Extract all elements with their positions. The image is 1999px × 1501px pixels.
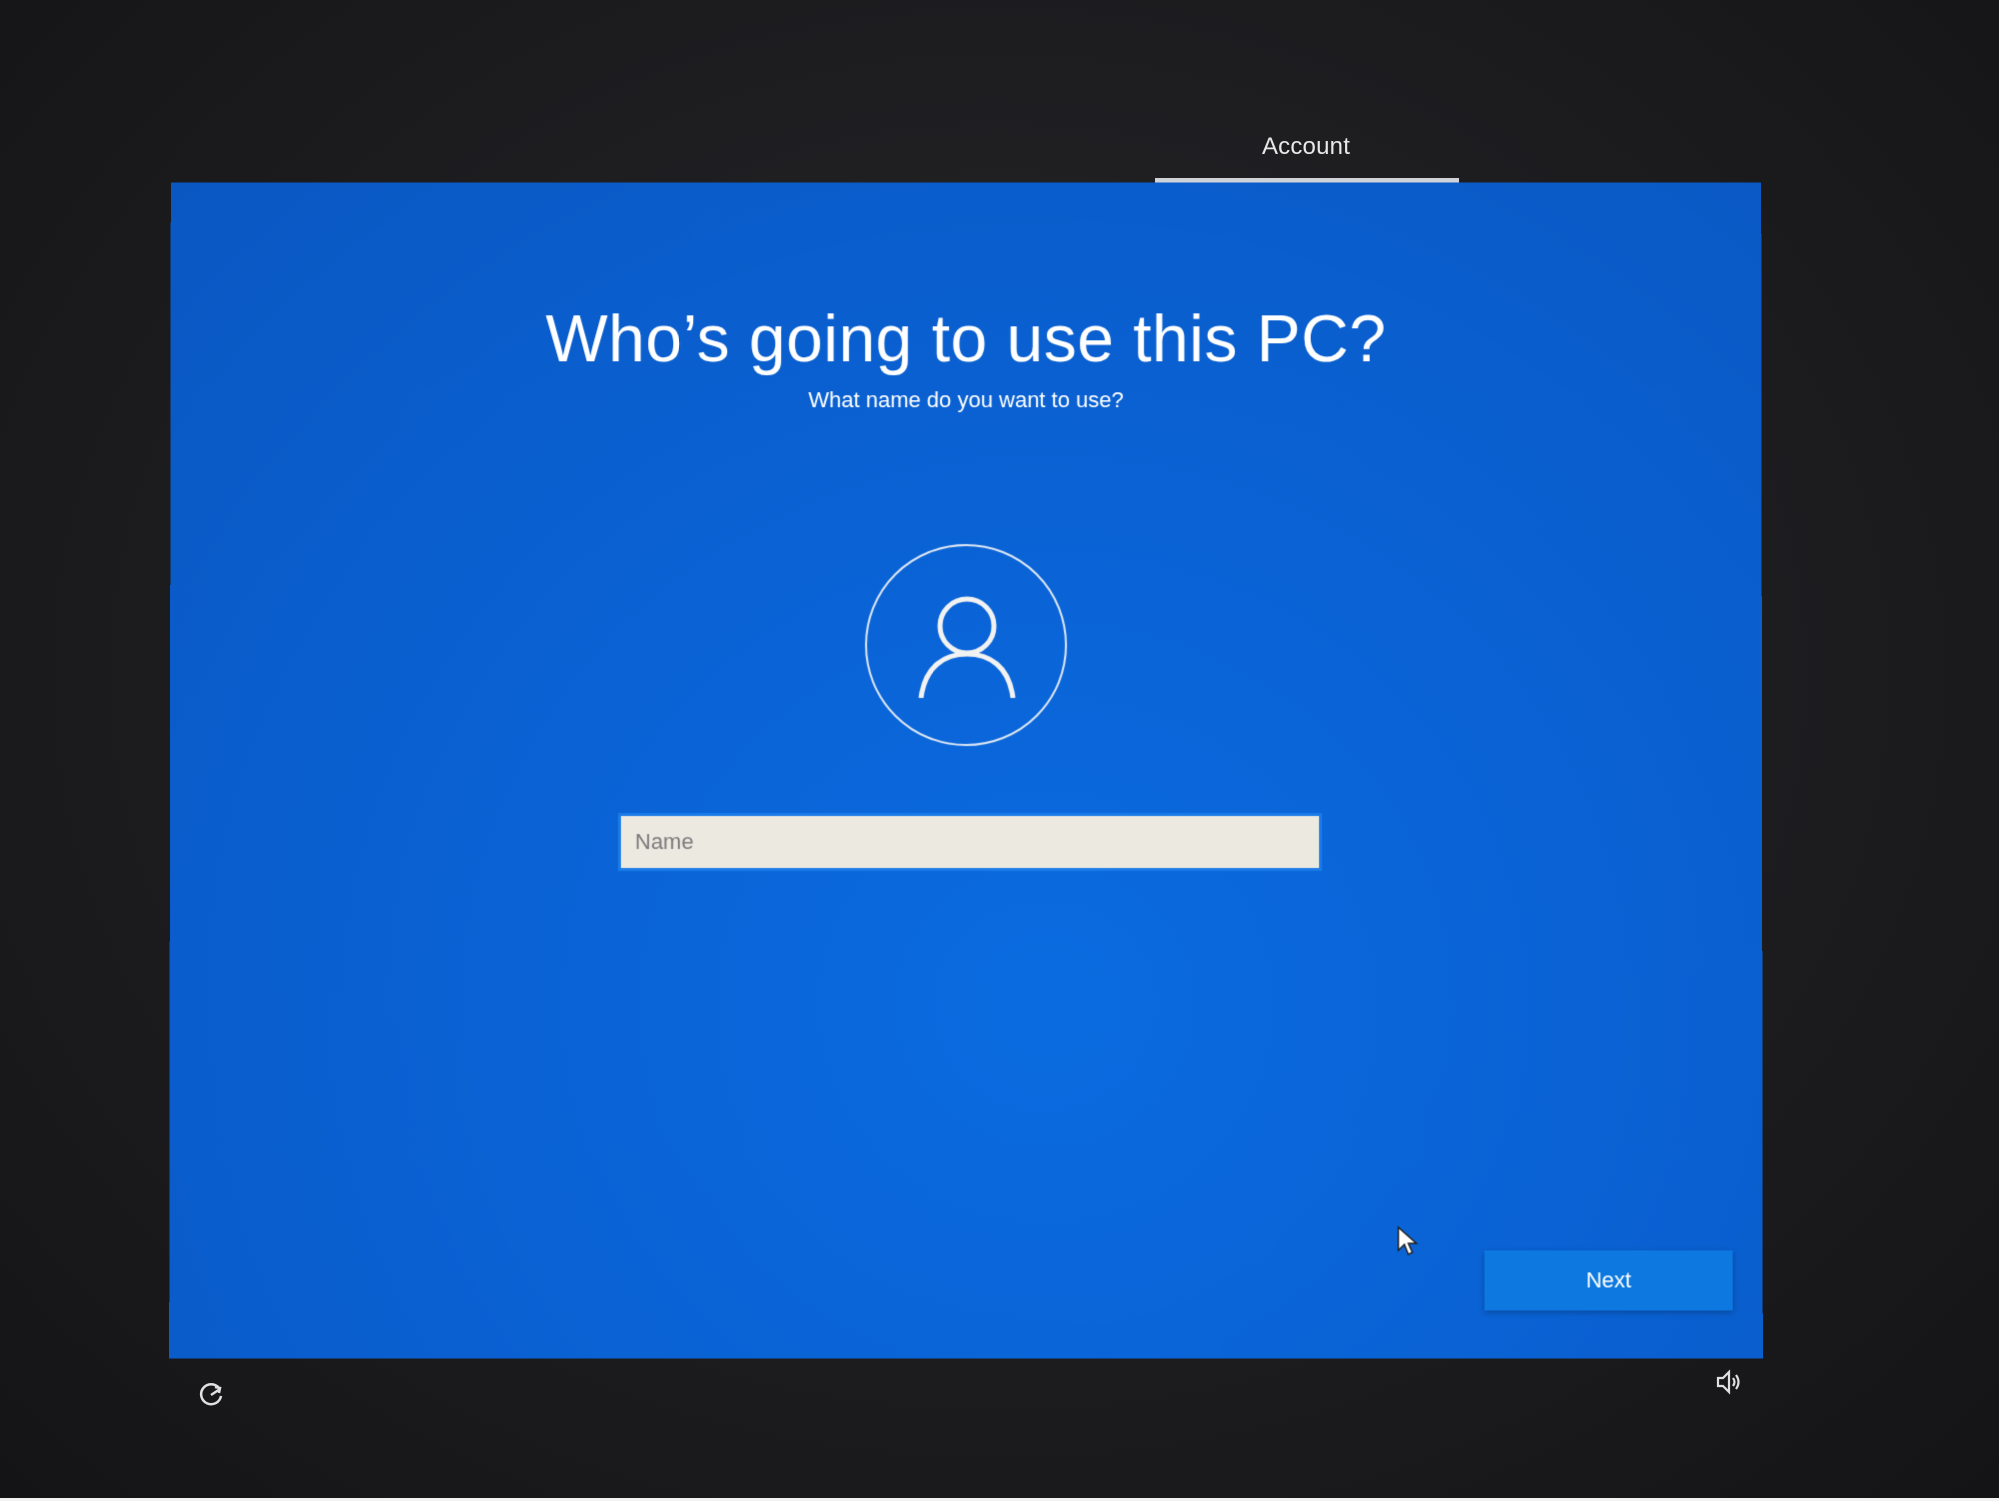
oobe-stage: Account Who’s going to use this PC? What… xyxy=(0,0,1999,1501)
user-icon xyxy=(918,596,1016,699)
setup-screen: Who’s going to use this PC? What name do… xyxy=(169,182,1763,1359)
name-input[interactable] xyxy=(617,813,1323,872)
avatar xyxy=(865,544,1067,747)
volume-icon[interactable] xyxy=(1715,1368,1743,1396)
ease-of-access-icon[interactable] xyxy=(196,1380,226,1410)
step-label: Account xyxy=(1261,133,1351,160)
page-subtitle: What name do you want to use? xyxy=(808,387,1124,413)
page-title: Who’s going to use this PC? xyxy=(545,301,1387,376)
next-button[interactable]: Next xyxy=(1484,1250,1733,1311)
mouse-pointer-icon xyxy=(1396,1225,1418,1257)
